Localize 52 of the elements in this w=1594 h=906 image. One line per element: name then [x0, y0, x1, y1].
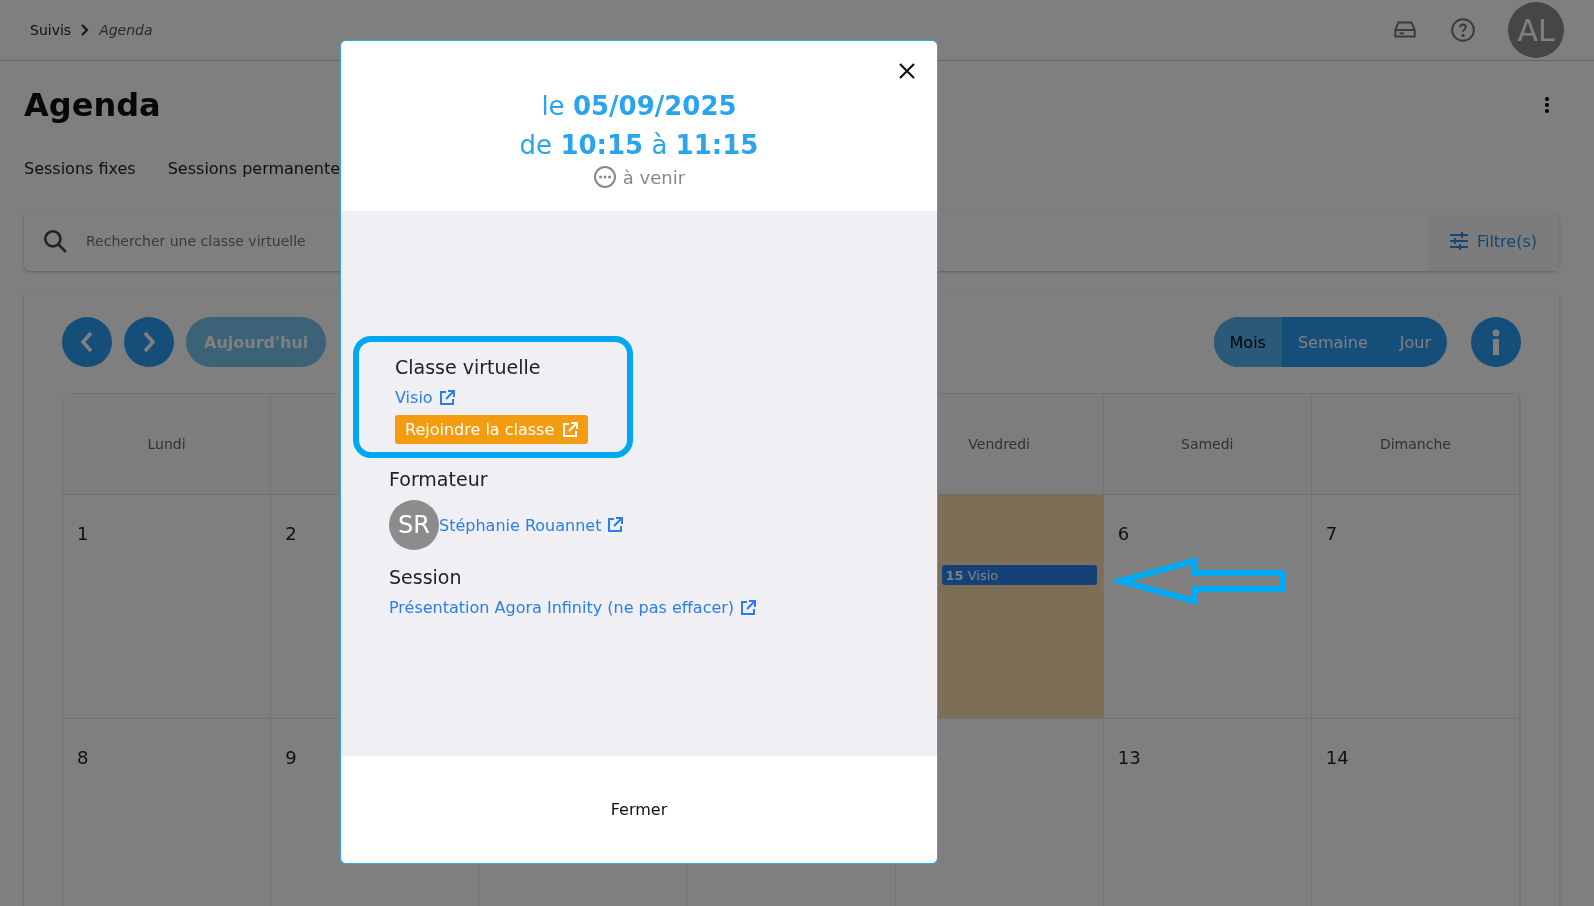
session-status: à venir: [622, 166, 686, 188]
info-icon: [1492, 329, 1500, 355]
join-class-button[interactable]: Rejoindre la classe: [395, 415, 589, 444]
chevron-right-icon: [142, 331, 156, 353]
day-number: 9: [285, 747, 297, 768]
previous-button[interactable]: [62, 317, 112, 367]
chevron-left-icon: [80, 331, 94, 353]
next-button[interactable]: [124, 317, 174, 367]
external-link-icon: [562, 421, 579, 438]
trainer-avatar: SR: [389, 500, 439, 550]
tab[interactable]: Sessions fixes: [24, 159, 136, 199]
weekday-header: Dimanche: [1379, 436, 1451, 452]
day-number: 14: [1325, 747, 1349, 768]
close-dialog-button[interactable]: Fermer: [604, 799, 674, 820]
day-number: 2: [285, 523, 297, 544]
more-menu-icon[interactable]: [1544, 96, 1550, 114]
day-number: 7: [1325, 523, 1338, 544]
visio-link[interactable]: Visio: [395, 388, 455, 407]
weekday-header: Vendredi: [968, 436, 1030, 452]
help-icon[interactable]: [1450, 17, 1476, 43]
session-time: de 10:15 à 11:15: [519, 129, 759, 162]
session-date: le 05/09/2025: [541, 90, 737, 123]
close-icon: [898, 62, 916, 80]
day-number: 13: [1117, 747, 1141, 768]
pending-icon: [592, 165, 617, 189]
day-number: 1: [77, 523, 89, 544]
info-button[interactable]: [1471, 317, 1521, 367]
search-icon: [42, 228, 68, 254]
chevron-right-icon: [81, 24, 90, 36]
filter-button[interactable]: Filtre(s): [1426, 211, 1559, 271]
weekday-header: Lundi: [147, 436, 186, 452]
day-number: 6: [1117, 523, 1130, 544]
search-field[interactable]: Rechercher une classe virtuelle: [84, 232, 1427, 250]
calendar-event[interactable]: 15 Visio: [941, 565, 1097, 585]
breadcrumb-item[interactable]: Suivis: [30, 22, 72, 38]
day-number: 8: [77, 747, 89, 768]
breadcrumb-item[interactable]: Agenda: [99, 22, 153, 38]
page-title: Agenda: [24, 86, 161, 124]
view-tab[interactable]: Semaine: [1281, 317, 1384, 367]
session-link[interactable]: Présentation Agora Infinity (ne pas effacer): [389, 598, 757, 617]
weekday-header: Samedi: [1181, 436, 1234, 452]
external-link-icon: [438, 389, 455, 406]
section-heading: Session: [389, 566, 463, 588]
view-tab[interactable]: Mois: [1213, 317, 1282, 367]
external-link-icon: [740, 599, 757, 616]
section-heading: Formateur: [389, 468, 489, 490]
sliders-icon: [1448, 231, 1469, 251]
external-link-icon: [607, 517, 624, 533]
view-tab[interactable]: Jour: [1383, 317, 1447, 367]
trainer-link[interactable]: Stéphanie Rouannet: [439, 515, 624, 535]
tab[interactable]: Sessions permanente: [167, 159, 341, 199]
section-heading: Classe virtuelle: [395, 356, 542, 378]
